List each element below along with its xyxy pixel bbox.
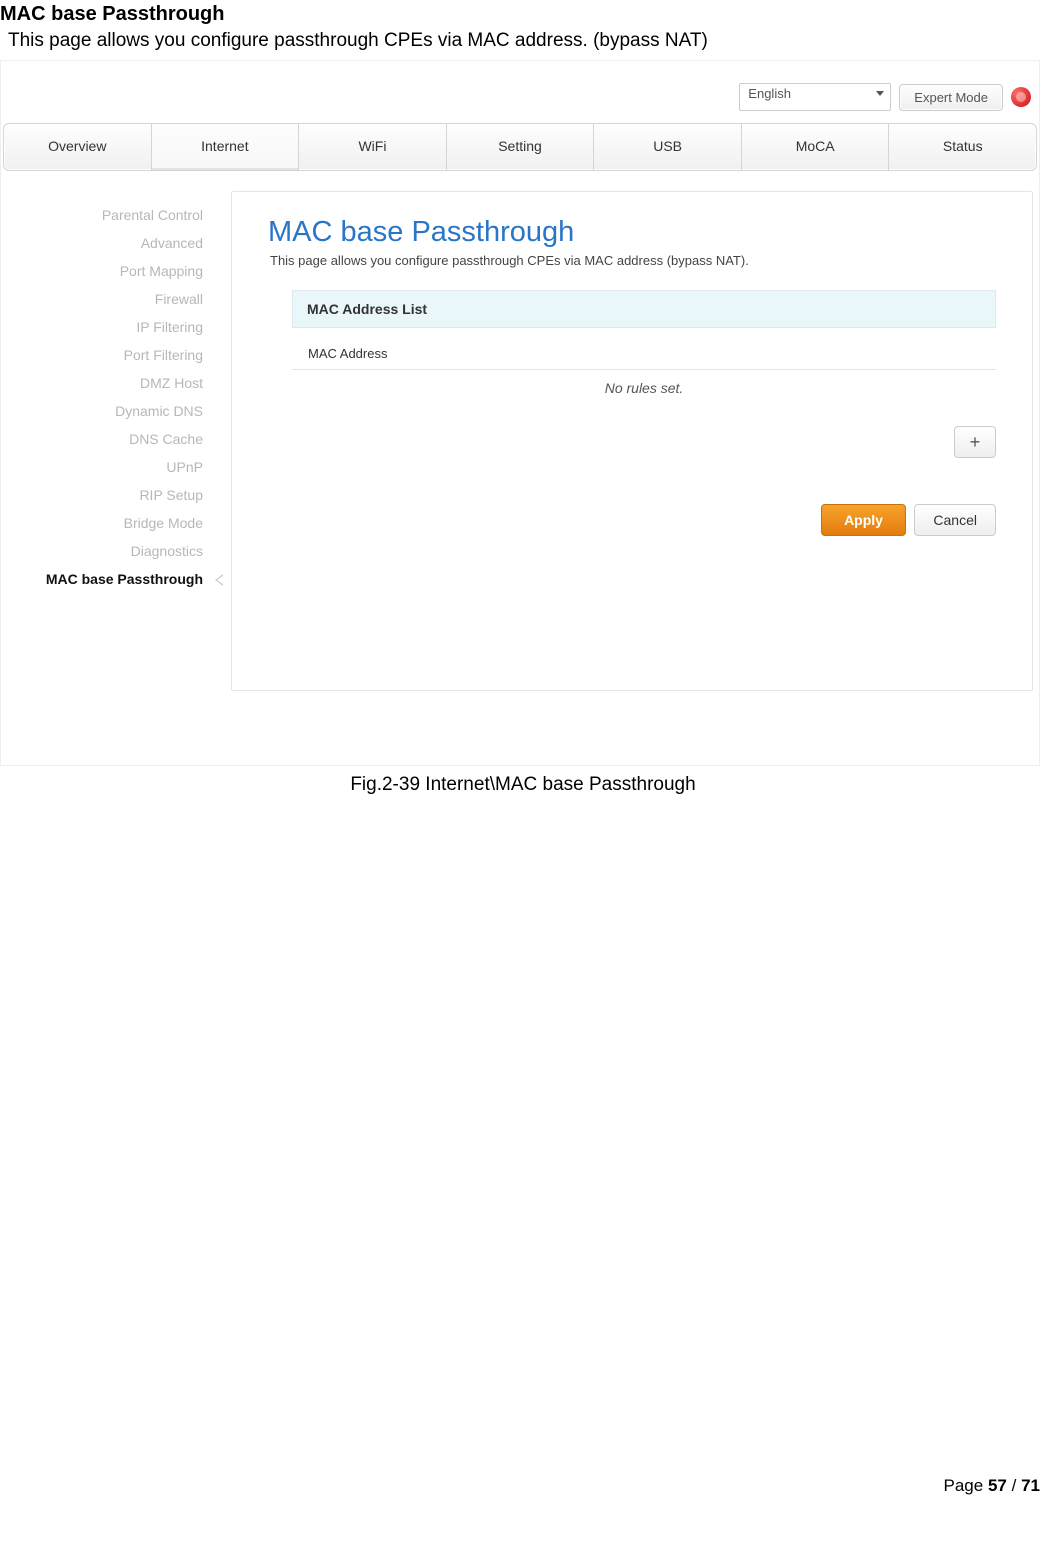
page-total: 71 — [1021, 1476, 1040, 1495]
page-label-prefix: Page — [944, 1476, 984, 1495]
page-separator: / — [1012, 1476, 1017, 1495]
sidebar-item-port-filtering[interactable]: Port Filtering — [1, 341, 231, 369]
page-footer: Page 57 / 71 — [0, 796, 1046, 1504]
sidebar-item-advanced[interactable]: Advanced — [1, 229, 231, 257]
sidebar-item-mac-base-passthrough[interactable]: MAC base Passthrough — [1, 565, 231, 593]
main-tabs: OverviewInternetWiFiSettingUSBMoCAStatus — [3, 123, 1037, 171]
body-area: Parental ControlAdvancedPort MappingFire… — [1, 191, 1039, 765]
screenshot-container: English Expert Mode OverviewInternetWiFi… — [0, 60, 1040, 766]
top-bar: English Expert Mode — [739, 83, 1031, 111]
sidebar-item-ip-filtering[interactable]: IP Filtering — [1, 313, 231, 341]
action-buttons-row: Apply Cancel — [268, 458, 996, 536]
doc-section-intro: This page allows you configure passthrou… — [0, 26, 1046, 58]
panel-subtitle: This page allows you configure passthrou… — [268, 249, 996, 290]
apply-button[interactable]: Apply — [821, 504, 906, 536]
tab-overview[interactable]: Overview — [4, 124, 152, 170]
figure-caption: Fig.2-39 Internet\MAC base Passthrough — [0, 766, 1046, 796]
add-rule-button[interactable]: + — [954, 426, 996, 458]
add-row: + — [292, 426, 996, 458]
doc-section-heading: MAC base Passthrough — [0, 0, 1046, 26]
chevron-down-icon — [876, 91, 884, 96]
sidebar-item-parental-control[interactable]: Parental Control — [1, 201, 231, 229]
cancel-button[interactable]: Cancel — [914, 504, 996, 536]
sidebar: Parental ControlAdvancedPort MappingFire… — [1, 191, 231, 765]
empty-state-text: No rules set. — [268, 370, 996, 426]
language-select-value: English — [748, 86, 791, 101]
page-current: 57 — [988, 1476, 1007, 1495]
tab-wifi[interactable]: WiFi — [299, 124, 447, 170]
tab-moca[interactable]: MoCA — [742, 124, 890, 170]
sidebar-item-upnp[interactable]: UPnP — [1, 453, 231, 481]
tab-setting[interactable]: Setting — [447, 124, 595, 170]
sidebar-item-diagnostics[interactable]: Diagnostics — [1, 537, 231, 565]
user-account-icon[interactable] — [1011, 87, 1031, 107]
sidebar-item-dmz-host[interactable]: DMZ Host — [1, 369, 231, 397]
plus-icon: + — [970, 432, 981, 453]
panel-title: MAC base Passthrough — [268, 216, 996, 249]
content-panel: MAC base Passthrough This page allows yo… — [231, 191, 1033, 691]
expert-mode-button[interactable]: Expert Mode — [899, 84, 1003, 111]
tab-status[interactable]: Status — [889, 124, 1036, 170]
tab-internet[interactable]: Internet — [152, 124, 300, 170]
chevron-left-icon — [215, 574, 223, 586]
column-header-mac-address: MAC Address — [268, 328, 996, 369]
sidebar-item-rip-setup[interactable]: RIP Setup — [1, 481, 231, 509]
sidebar-item-firewall[interactable]: Firewall — [1, 285, 231, 313]
sidebar-item-dns-cache[interactable]: DNS Cache — [1, 425, 231, 453]
sidebar-item-dynamic-dns[interactable]: Dynamic DNS — [1, 397, 231, 425]
sidebar-item-bridge-mode[interactable]: Bridge Mode — [1, 509, 231, 537]
mac-address-list-header: MAC Address List — [292, 290, 996, 328]
language-select[interactable]: English — [739, 83, 891, 111]
sidebar-item-port-mapping[interactable]: Port Mapping — [1, 257, 231, 285]
tab-usb[interactable]: USB — [594, 124, 742, 170]
